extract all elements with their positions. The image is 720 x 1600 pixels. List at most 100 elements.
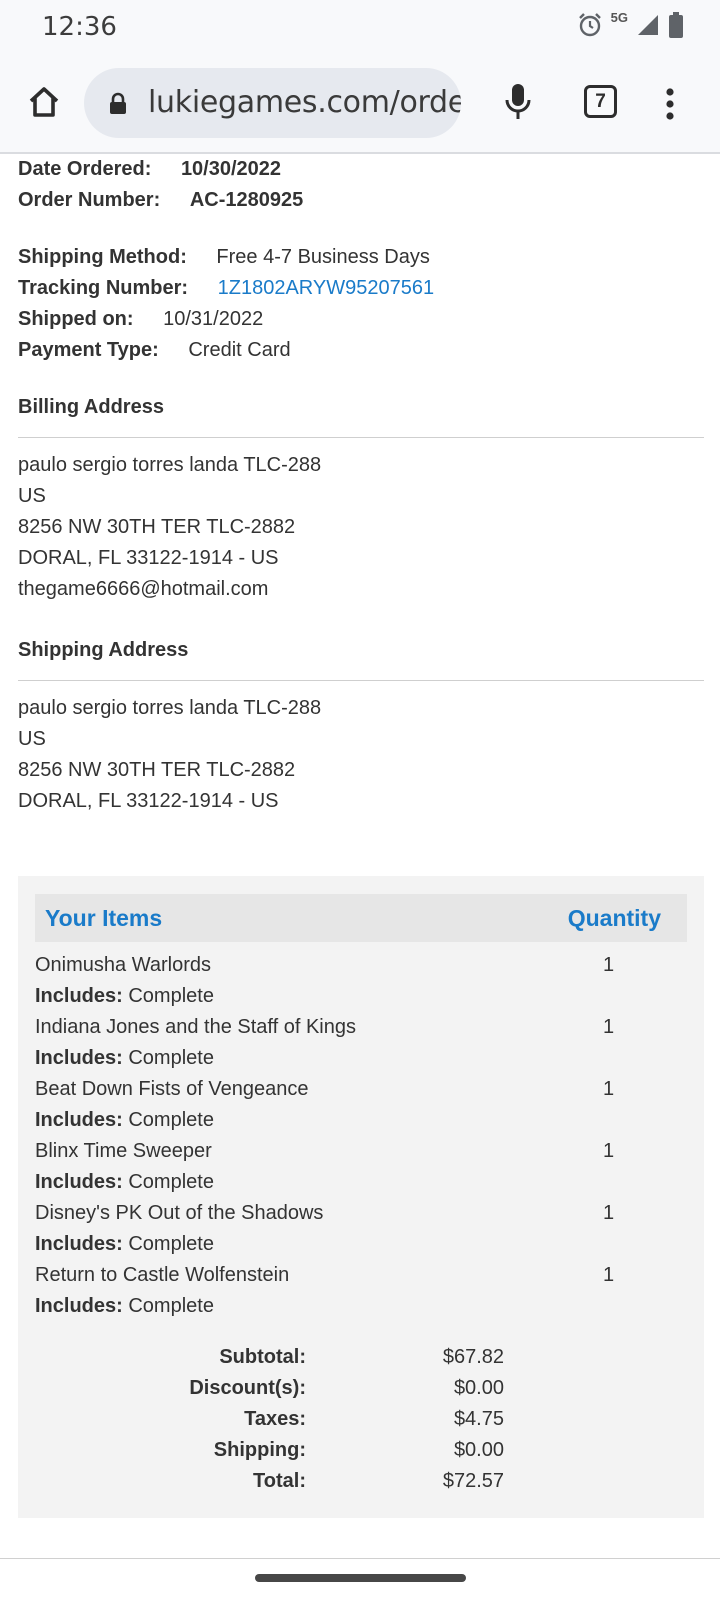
item-name: Indiana Jones and the Staff of Kings xyxy=(35,1016,356,1038)
shipping-cost-value: $0.00 xyxy=(453,1439,504,1461)
lock-icon[interactable] xyxy=(108,92,128,121)
subtotal-value: $67.82 xyxy=(442,1346,504,1368)
billing-line: paulo sergio torres landa TLC-288 xyxy=(18,454,322,476)
billing-email: thegame6666@hotmail.com xyxy=(18,578,269,600)
status-time: 12:36 xyxy=(42,12,117,42)
items-header: Your Items Quantity xyxy=(35,894,687,942)
taxes-row: Taxes: $4.75 xyxy=(18,1408,704,1438)
billing-line: US xyxy=(18,485,46,507)
payment-type-row: Payment Type: Credit Card xyxy=(18,339,291,362)
item-includes: Includes: Complete xyxy=(35,1295,214,1318)
includes-value: Complete xyxy=(128,1233,214,1255)
url-text[interactable]: lukiegames.com/orde xyxy=(148,85,461,120)
subtotal-row: Subtotal: $67.82 xyxy=(18,1346,704,1376)
includes-label: Includes: xyxy=(35,1233,123,1255)
item-quantity: 1 xyxy=(603,954,615,976)
shipped-on-row: Shipped on: 10/31/2022 xyxy=(18,308,263,331)
date-ordered-label: Date Ordered: xyxy=(18,158,152,180)
overflow-menu-icon[interactable] xyxy=(656,82,684,126)
payment-type-label: Payment Type: xyxy=(18,339,159,361)
quantity-header: Quantity xyxy=(567,905,661,931)
shipping-divider xyxy=(18,680,704,681)
list-item: Return to Castle Wolfenstein 1 Includes:… xyxy=(35,1264,687,1326)
includes-label: Includes: xyxy=(35,1047,123,1069)
shipped-on-label: Shipped on: xyxy=(18,308,134,330)
tracking-number-link[interactable]: 1Z1802ARYW95207561 xyxy=(218,277,434,299)
total-label: Total: xyxy=(253,1470,306,1492)
item-name: Return to Castle Wolfenstein xyxy=(35,1264,290,1286)
list-item: Blinx Time Sweeper 1 Includes: Complete xyxy=(35,1140,687,1202)
shipping-method-value: Free 4-7 Business Days xyxy=(216,246,430,268)
item-includes: Includes: Complete xyxy=(35,1047,214,1070)
discount-value: $0.00 xyxy=(453,1377,504,1399)
list-item: Disney's PK Out of the Shadows 1 Include… xyxy=(35,1202,687,1264)
item-includes: Includes: Complete xyxy=(35,1171,214,1194)
item-quantity: 1 xyxy=(603,1140,615,1162)
taxes-label: Taxes: xyxy=(244,1408,306,1430)
billing-line: DORAL, FL 33122-1914 - US xyxy=(18,547,279,569)
discount-row: Discount(s): $0.00 xyxy=(18,1377,704,1407)
gesture-home-indicator[interactable] xyxy=(255,1574,466,1582)
mic-icon[interactable] xyxy=(496,78,540,126)
includes-label: Includes: xyxy=(35,985,123,1007)
tabs-icon[interactable]: 7 xyxy=(584,85,617,118)
status-bar: 12:36 5G xyxy=(0,0,720,56)
taxes-value: $4.75 xyxy=(453,1408,504,1430)
page-bottom-divider xyxy=(0,1558,720,1559)
payment-type-value: Credit Card xyxy=(188,339,291,361)
item-quantity: 1 xyxy=(603,1202,615,1224)
item-includes: Includes: Complete xyxy=(35,985,214,1008)
item-quantity: 1 xyxy=(603,1078,615,1100)
billing-line: 8256 NW 30TH TER TLC-2882 xyxy=(18,516,296,538)
discount-label: Discount(s): xyxy=(189,1377,306,1399)
includes-label: Includes: xyxy=(35,1109,123,1131)
battery-icon xyxy=(668,12,684,38)
date-ordered-row: Date Ordered: 10/30/2022 xyxy=(18,158,281,181)
item-includes: Includes: Complete xyxy=(35,1109,214,1132)
total-row: Total: $72.57 xyxy=(18,1470,704,1500)
tracking-number-row: Tracking Number: 1Z1802ARYW95207561 xyxy=(18,277,434,300)
your-items-header: Your Items xyxy=(45,905,163,931)
signal-icon xyxy=(636,13,660,37)
item-name: Blinx Time Sweeper xyxy=(35,1140,212,1162)
includes-value: Complete xyxy=(128,1295,214,1317)
shipping-line: paulo sergio torres landa TLC-288 xyxy=(18,697,322,719)
order-number-row: Order Number: AC-1280925 xyxy=(18,189,303,212)
includes-label: Includes: xyxy=(35,1171,123,1193)
shipping-line: DORAL, FL 33122-1914 - US xyxy=(18,790,279,812)
shipping-method-row: Shipping Method: Free 4-7 Business Days xyxy=(18,246,430,269)
total-value: $72.57 xyxy=(442,1470,504,1492)
shipping-line: US xyxy=(18,728,46,750)
items-panel: Your Items Quantity Onimusha Warlords 1 … xyxy=(18,876,704,1518)
includes-value: Complete xyxy=(128,1109,214,1131)
home-icon[interactable] xyxy=(22,80,66,124)
list-item: Beat Down Fists of Vengeance 1 Includes:… xyxy=(35,1078,687,1140)
item-name: Onimusha Warlords xyxy=(35,954,211,976)
shipped-on-value: 10/31/2022 xyxy=(163,308,264,330)
shipping-cost-row: Shipping: $0.00 xyxy=(18,1439,704,1469)
date-ordered-value: 10/30/2022 xyxy=(180,158,282,180)
includes-value: Complete xyxy=(128,985,214,1007)
includes-value: Complete xyxy=(128,1171,214,1193)
shipping-cost-label: Shipping: xyxy=(213,1439,306,1461)
item-quantity: 1 xyxy=(603,1016,615,1038)
shipping-address-title: Shipping Address xyxy=(18,639,189,661)
billing-address-title: Billing Address xyxy=(18,396,164,418)
alarm-icon xyxy=(577,12,603,38)
shipping-line: 8256 NW 30TH TER TLC-2882 xyxy=(18,759,296,781)
order-number-label: Order Number: xyxy=(18,189,161,211)
item-quantity: 1 xyxy=(603,1264,615,1286)
tracking-number-label: Tracking Number: xyxy=(18,277,189,299)
billing-divider xyxy=(18,437,704,438)
item-includes: Includes: Complete xyxy=(35,1233,214,1256)
status-icons: 5G xyxy=(577,9,684,38)
browser-toolbar: lukiegames.com/orde 7 xyxy=(0,56,720,154)
includes-label: Includes: xyxy=(35,1295,123,1317)
order-number-value: AC-1280925 xyxy=(189,189,304,211)
address-bar[interactable]: lukiegames.com/orde xyxy=(84,68,461,138)
subtotal-label: Subtotal: xyxy=(219,1346,306,1368)
list-item: Indiana Jones and the Staff of Kings 1 I… xyxy=(35,1016,687,1078)
shipping-method-label: Shipping Method: xyxy=(18,246,187,268)
network-type: 5G xyxy=(610,9,628,25)
list-item: Onimusha Warlords 1 Includes: Complete xyxy=(35,954,687,1016)
